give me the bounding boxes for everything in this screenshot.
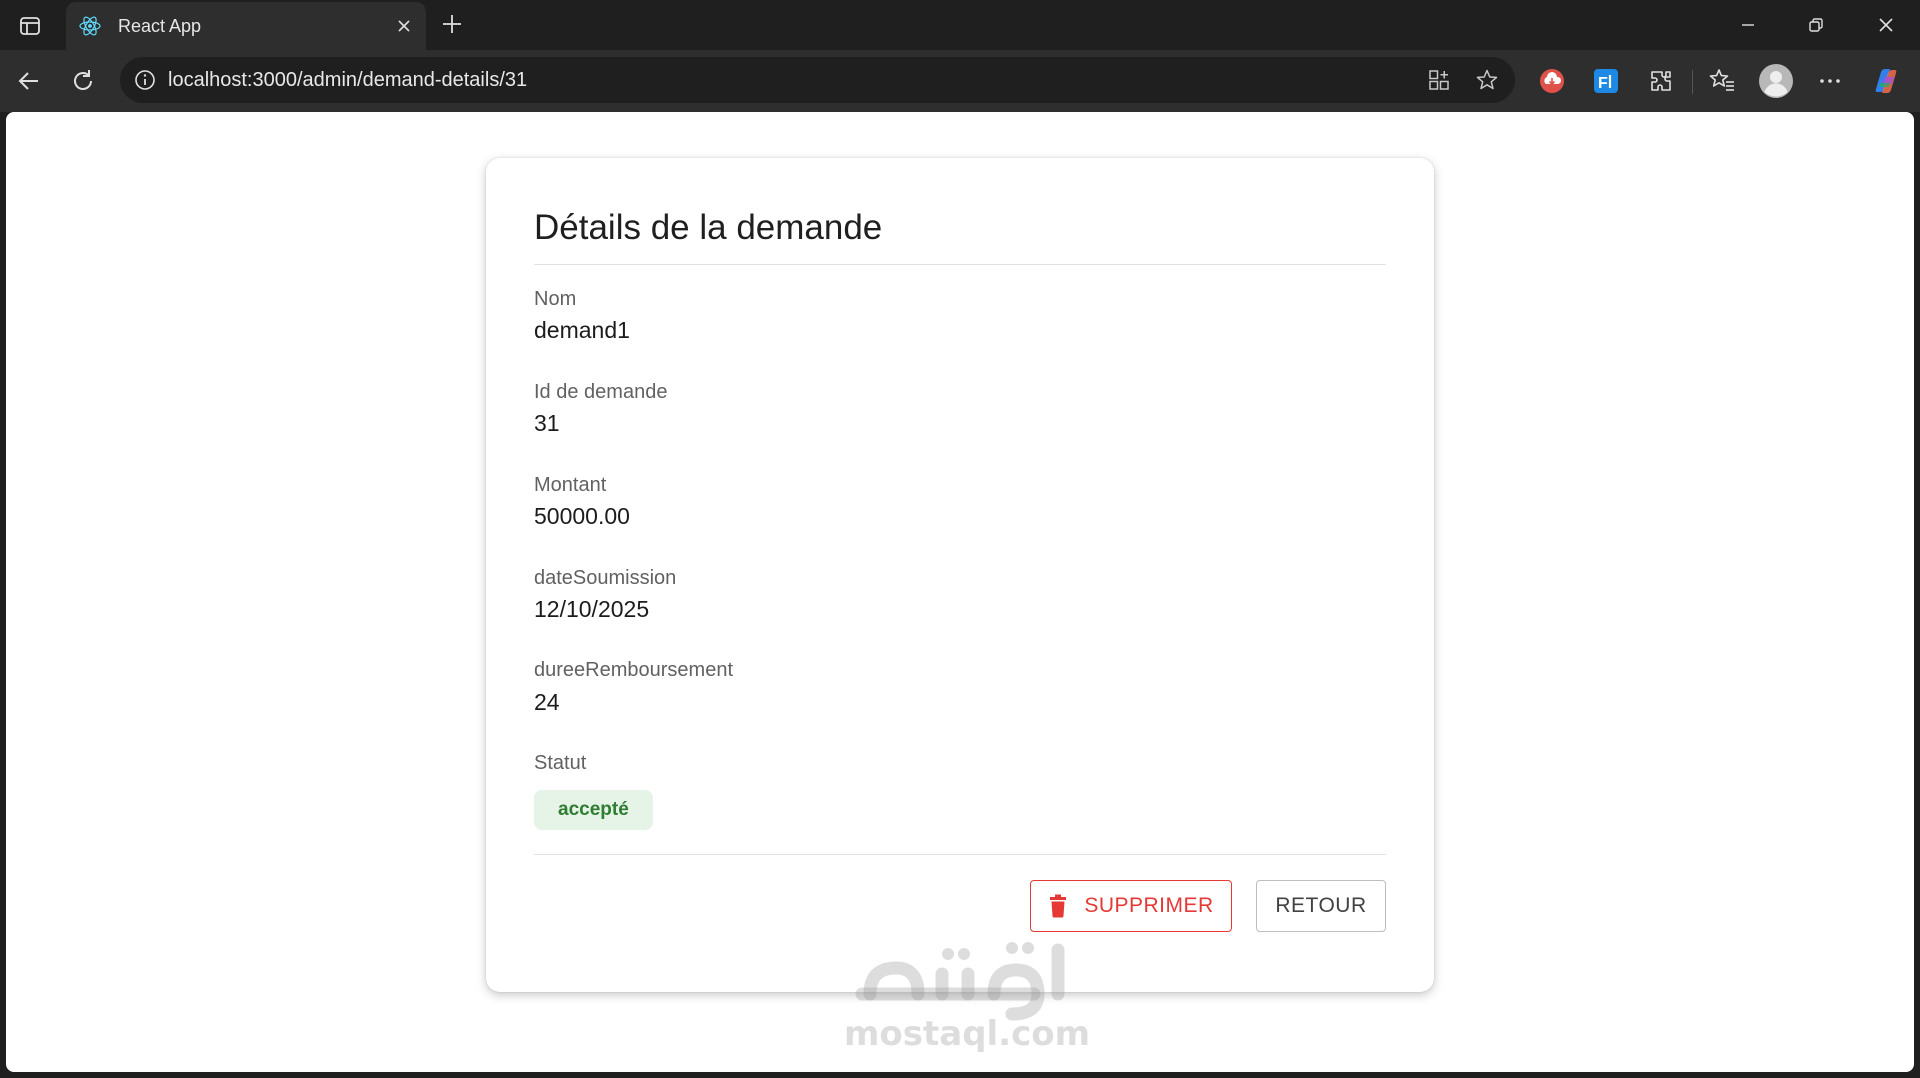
delete-button[interactable]: SUPPRIMER: [1030, 880, 1232, 932]
plus-icon: [443, 15, 461, 33]
field-label-id: Id de demande: [534, 381, 668, 403]
tab-actions-button[interactable]: [14, 10, 46, 42]
page-title: Détails de la demande: [534, 208, 883, 247]
sidebar-panel-icon: [20, 17, 40, 35]
address-bar[interactable]: localhost:3000/admin/demand-details/31: [120, 57, 1515, 103]
site-info-icon[interactable]: [132, 67, 158, 93]
cloud-download-extension-icon[interactable]: [1536, 65, 1568, 97]
url-text: localhost:3000/admin/demand-details/31: [168, 68, 528, 91]
restore-button[interactable]: [1796, 8, 1836, 42]
field-label-duree-remboursement: dureeRemboursement: [534, 659, 733, 681]
extensions-puzzle-icon[interactable]: [1645, 65, 1677, 97]
field-label-nom: Nom: [534, 288, 577, 310]
field-value-duree-remboursement: 24: [534, 689, 560, 715]
close-window-button[interactable]: [1866, 8, 1906, 42]
browser-window: React App localhost:3000/admin/demand-de…: [0, 0, 1920, 1078]
field-label-date-soumission: dateSoumission: [534, 567, 677, 589]
browser-toolbar: localhost:3000/admin/demand-details/31 F: [0, 50, 1920, 112]
reload-icon: [74, 70, 92, 90]
svg-text:F: F: [1598, 75, 1608, 92]
close-icon: [1879, 18, 1893, 32]
back-button[interactable]: RETOUR: [1256, 880, 1386, 932]
reload-button[interactable]: [66, 64, 100, 98]
page-viewport: Détails de la demande Nom demand1 Id de …: [6, 112, 1914, 1072]
watermark-text: mostaql.com: [844, 1014, 1091, 1054]
new-tab-button[interactable]: [438, 10, 466, 38]
close-icon: [398, 20, 410, 32]
tab-title: React App: [118, 15, 202, 36]
actions-divider: [534, 854, 1386, 855]
app-available-icon[interactable]: [1426, 67, 1452, 93]
demand-details-card: Détails de la demande Nom demand1 Id de …: [486, 158, 1434, 992]
field-value-date-soumission: 12/10/2025: [534, 596, 650, 622]
title-divider: [534, 264, 1386, 265]
toolbar-separator: [1692, 70, 1693, 94]
field-label-statut: Statut: [534, 752, 587, 774]
tab-close-button[interactable]: [392, 14, 416, 38]
fi-extension-icon[interactable]: F: [1590, 65, 1622, 97]
field-value-nom: demand1: [534, 317, 630, 343]
react-logo-icon: [78, 14, 102, 38]
tab-strip: React App: [0, 0, 1920, 50]
profile-avatar-icon[interactable]: [1758, 63, 1794, 99]
field-value-id: 31: [534, 410, 560, 436]
status-badge: accepté: [534, 790, 653, 830]
favorite-star-icon[interactable]: [1474, 67, 1500, 93]
delete-button-label: SUPPRIMER: [1084, 894, 1214, 917]
field-value-montant: 50000.00: [534, 503, 630, 529]
more-options-icon[interactable]: [1814, 65, 1846, 97]
trash-icon: [1048, 893, 1070, 919]
back-button-label: RETOUR: [1275, 894, 1367, 917]
minimize-button[interactable]: [1728, 8, 1768, 42]
copilot-icon[interactable]: [1870, 65, 1902, 97]
field-label-montant: Montant: [534, 474, 607, 496]
arrow-left-icon: [18, 72, 38, 90]
minimize-icon: [1742, 24, 1754, 26]
tab-react-app[interactable]: React App: [66, 2, 426, 50]
favorites-icon[interactable]: [1706, 65, 1738, 97]
restore-icon: [1809, 18, 1823, 32]
back-nav-button[interactable]: [12, 64, 46, 98]
